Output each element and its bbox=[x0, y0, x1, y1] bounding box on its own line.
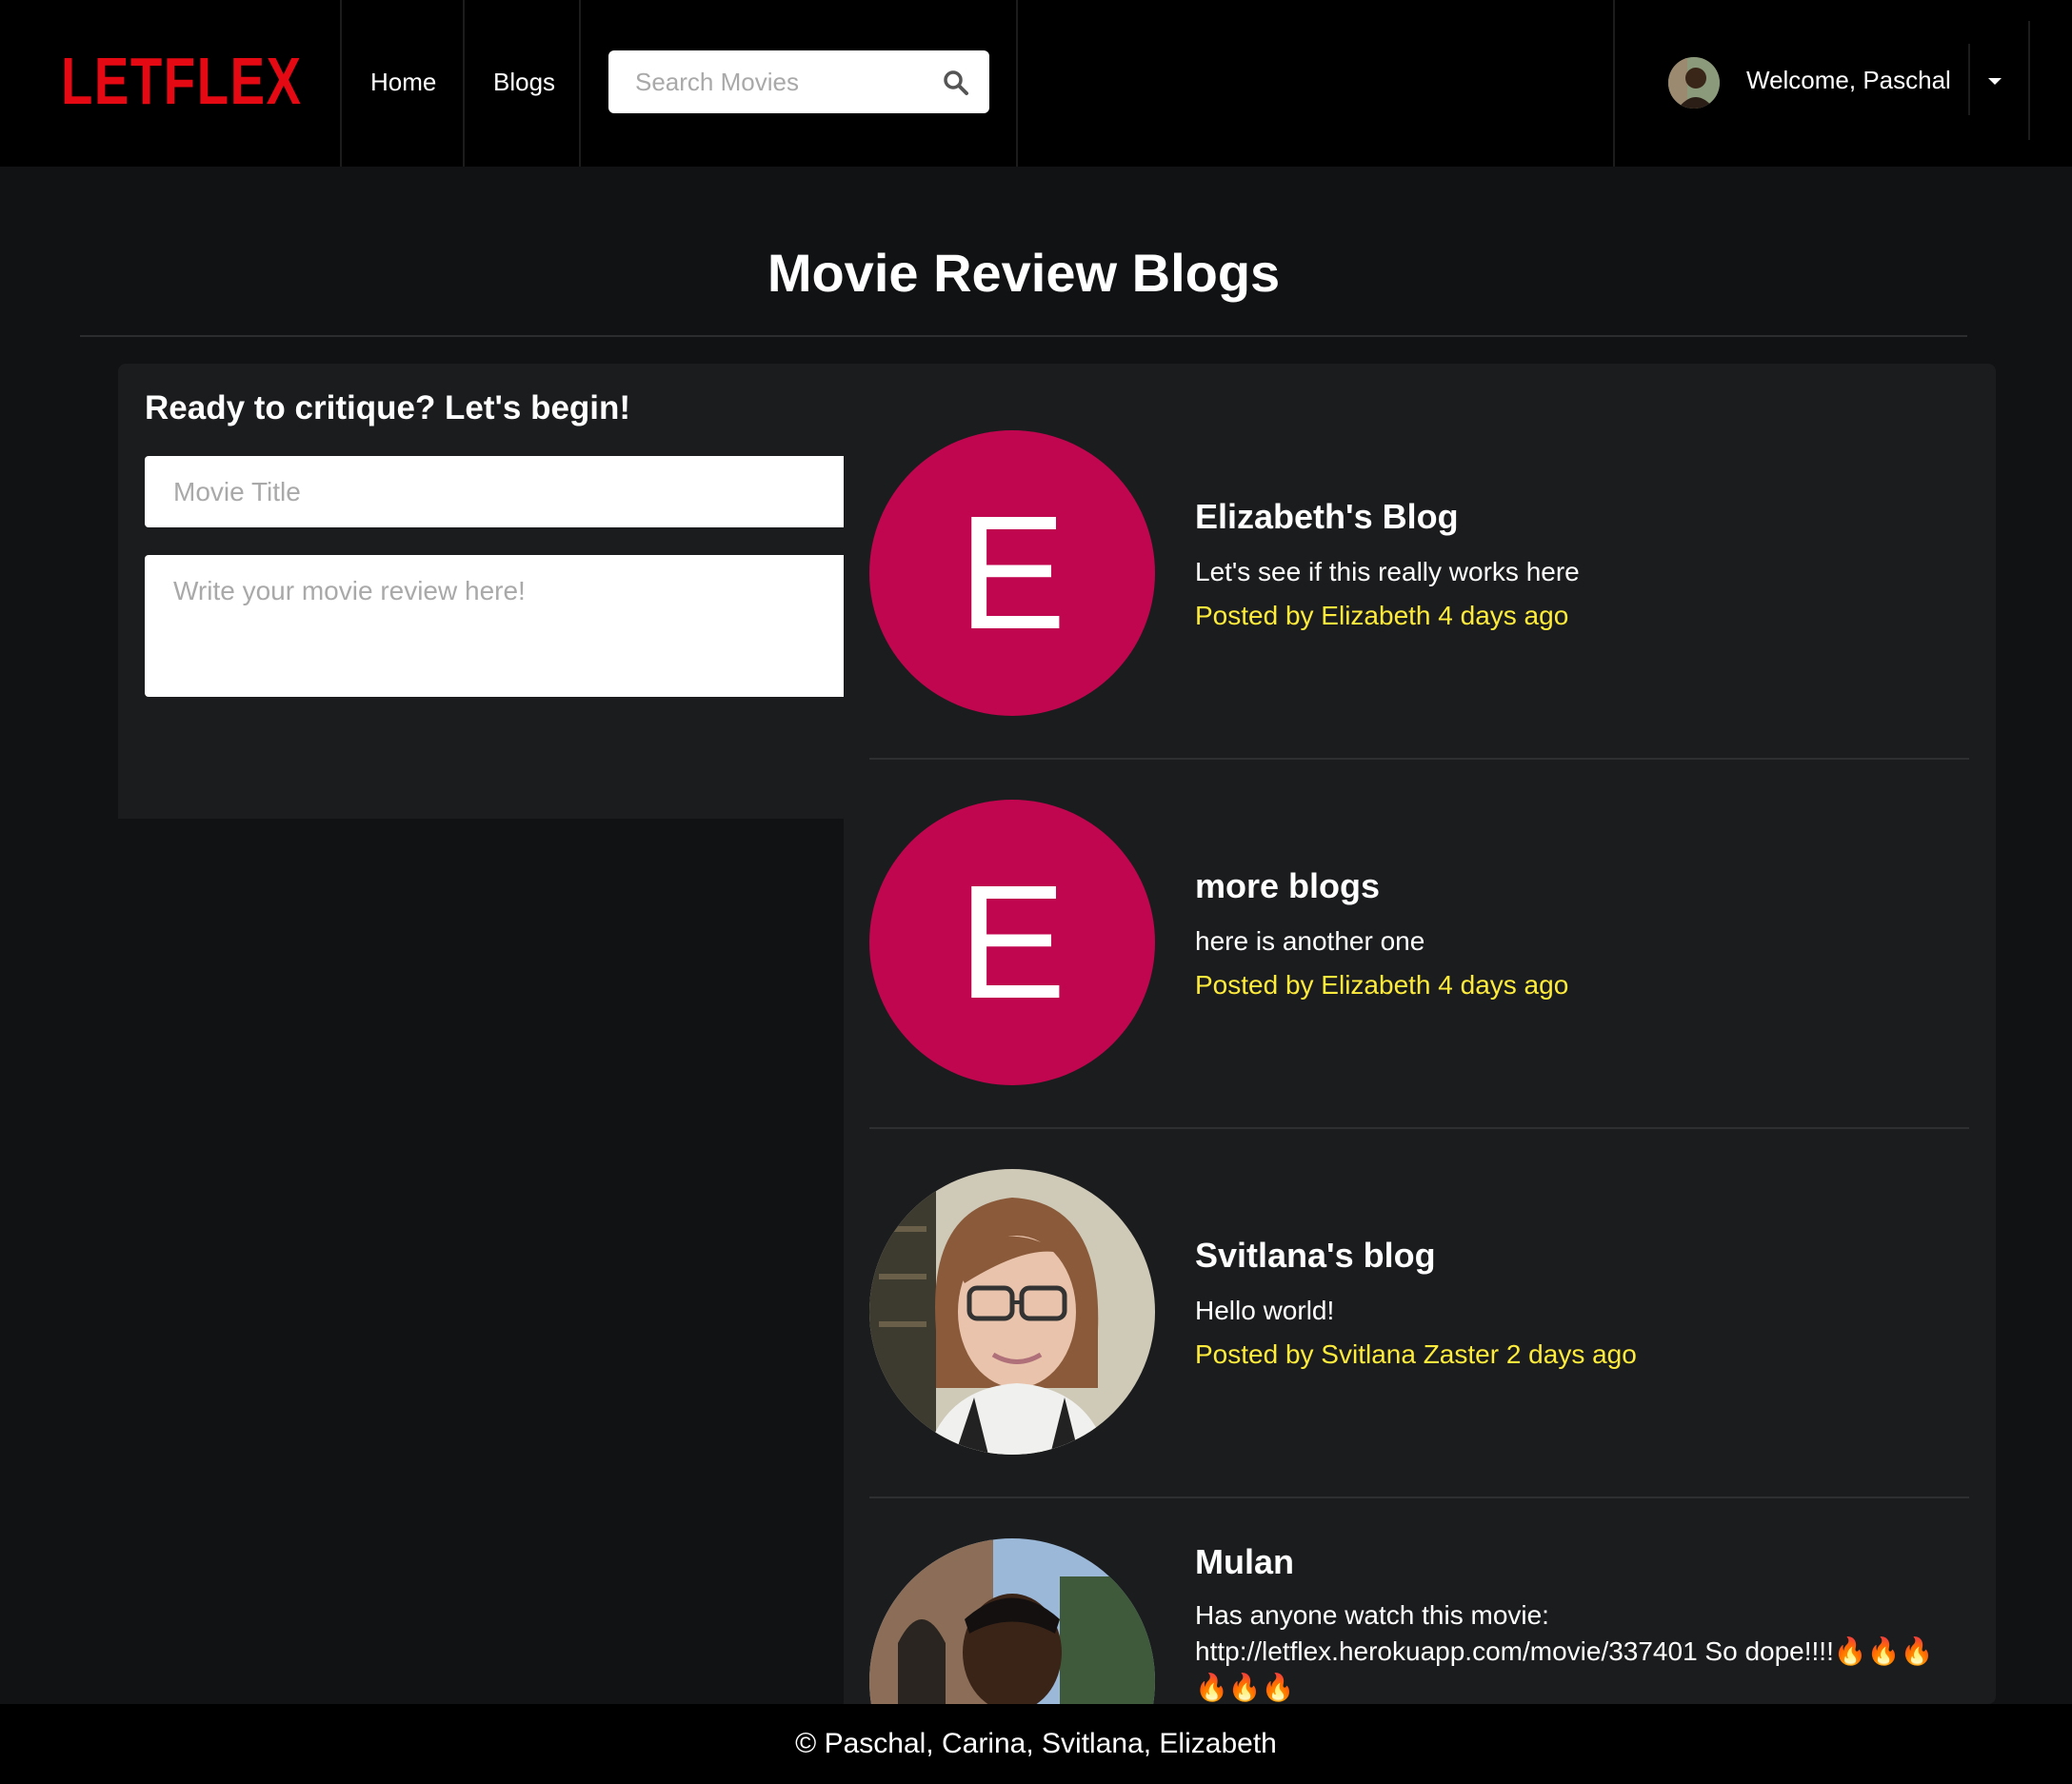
nav-link-home[interactable]: Home bbox=[370, 63, 436, 101]
chevron-down-icon[interactable] bbox=[1988, 78, 2002, 85]
blog-meta: Posted by Svitlana Zaster 2 days ago bbox=[1195, 1339, 1637, 1369]
blog-list-item[interactable]: Svitlana's blog Hello world! Posted by S… bbox=[869, 1169, 1969, 1455]
nav-divider bbox=[340, 0, 342, 167]
letter-avatar: E bbox=[869, 800, 1155, 1085]
blog-body: Hello world! bbox=[1195, 1296, 1335, 1325]
nav-divider bbox=[1016, 0, 1018, 167]
top-navbar: LETFLEX Home Blogs Welcome, Paschal bbox=[0, 0, 2072, 167]
welcome-text: Welcome, Paschal bbox=[1746, 66, 1951, 94]
blog-list-item[interactable]: E Elizabeth's Blog Let's see if this rea… bbox=[869, 430, 1969, 716]
blog-divider bbox=[869, 1127, 1969, 1129]
blog-divider bbox=[869, 758, 1969, 760]
blog-divider bbox=[869, 1497, 1969, 1498]
title-divider bbox=[80, 335, 1967, 337]
blog-meta: Posted by Elizabeth 4 days ago bbox=[1195, 601, 1569, 630]
blog-title[interactable]: more blogs bbox=[1195, 862, 1380, 910]
user-avatar[interactable] bbox=[1668, 57, 1720, 109]
panel-left-gap bbox=[118, 819, 844, 1704]
footer-copyright: © Paschal, Carina, Svitlana, Elizabeth bbox=[795, 1728, 1277, 1759]
avatar-letter: E bbox=[958, 852, 1066, 1033]
author-photo-icon bbox=[869, 1538, 1155, 1704]
author-photo bbox=[869, 1538, 1155, 1704]
nav-divider bbox=[1613, 0, 1615, 167]
blog-title[interactable]: Svitlana's blog bbox=[1195, 1232, 1436, 1279]
avatar-letter: E bbox=[958, 483, 1066, 664]
footer: © Paschal, Carina, Svitlana, Elizabeth bbox=[0, 1704, 2072, 1784]
search-icon[interactable] bbox=[943, 69, 969, 96]
search-input[interactable] bbox=[608, 50, 923, 113]
blog-title[interactable]: Elizabeth's Blog bbox=[1195, 493, 1459, 541]
search-box bbox=[608, 50, 989, 113]
form-heading: Ready to critique? Let's begin! bbox=[145, 389, 631, 426]
nav-divider bbox=[2028, 21, 2030, 140]
blog-title[interactable]: Mulan bbox=[1195, 1538, 1294, 1586]
blog-body: Let's see if this really works here bbox=[1195, 557, 1580, 586]
page-title: Movie Review Blogs bbox=[767, 243, 1281, 303]
nav-link-blogs[interactable]: Blogs bbox=[493, 63, 555, 101]
author-photo bbox=[869, 1169, 1155, 1455]
blog-body: here is another one bbox=[1195, 926, 1425, 956]
blog-body: Has anyone watch this movie: http://letf… bbox=[1195, 1600, 1934, 1702]
blog-meta: Posted by Elizabeth 4 days ago bbox=[1195, 970, 1569, 1000]
nav-divider bbox=[463, 0, 465, 167]
author-photo-icon bbox=[869, 1169, 1155, 1455]
blog-list-item[interactable]: E more blogs here is another one Posted … bbox=[869, 800, 1969, 1085]
blog-list-item[interactable]: Mulan Has anyone watch this movie: http:… bbox=[869, 1538, 1969, 1704]
user-photo-icon bbox=[1668, 57, 1720, 109]
movie-title-input[interactable] bbox=[145, 456, 844, 527]
review-textarea[interactable] bbox=[145, 555, 844, 697]
letter-avatar: E bbox=[869, 430, 1155, 716]
brand-logo[interactable]: LETFLEX bbox=[61, 48, 303, 114]
nav-divider bbox=[1968, 44, 1970, 115]
nav-divider bbox=[579, 0, 581, 167]
